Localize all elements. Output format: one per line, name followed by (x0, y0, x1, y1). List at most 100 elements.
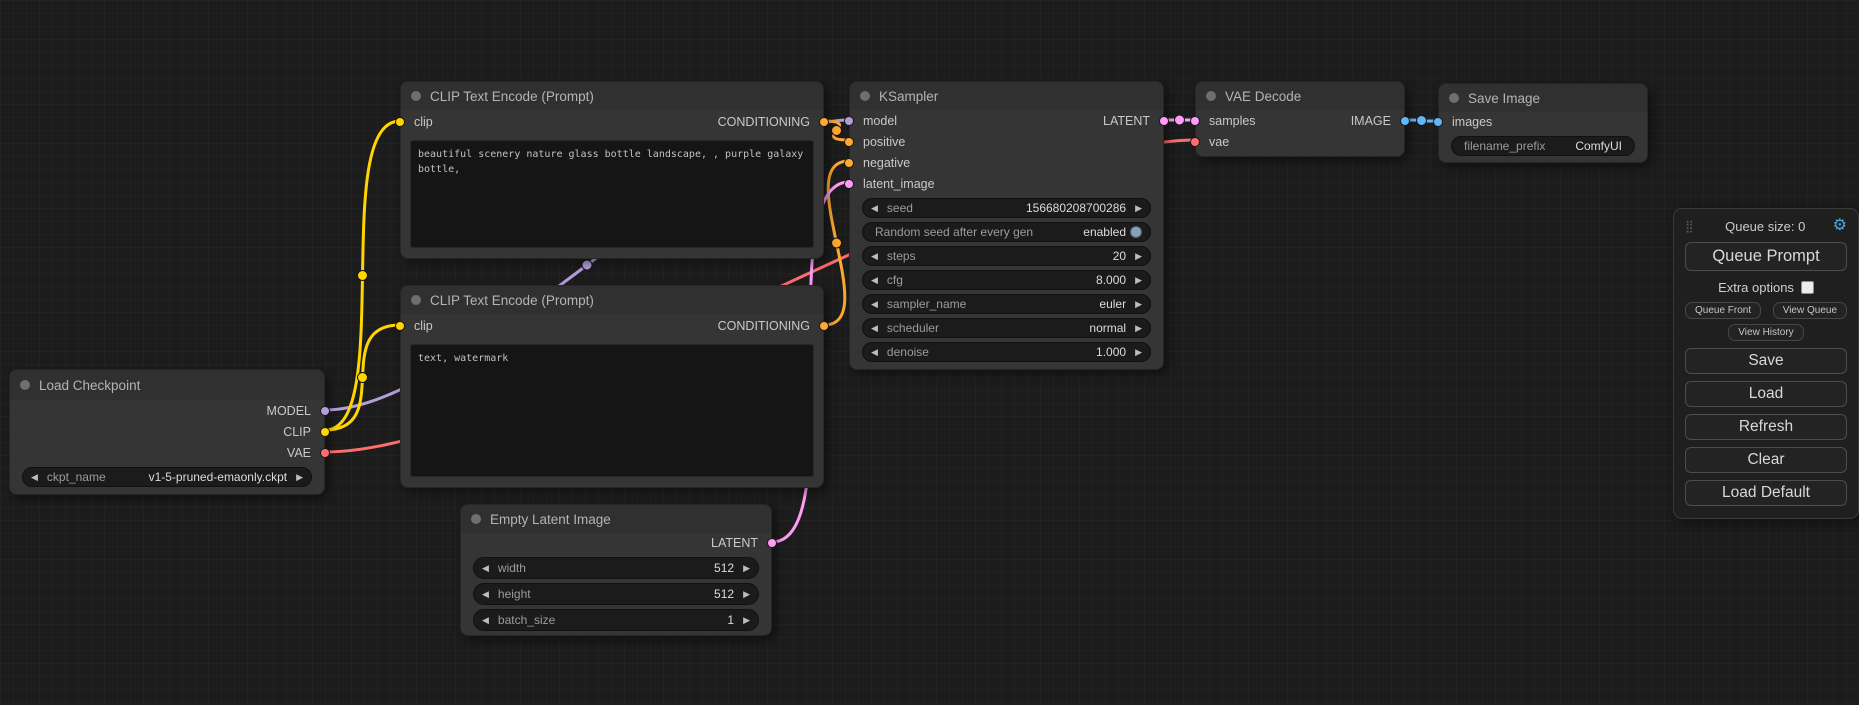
increment-arrow-icon[interactable]: ▶ (743, 616, 750, 625)
clip-output-dot[interactable] (320, 427, 330, 437)
widget-width[interactable]: ◀ width 512 ▶ (473, 557, 759, 579)
widget-value: 512 (714, 587, 734, 601)
collapse-dot[interactable] (20, 380, 30, 390)
node-save-image[interactable]: Save Image images filename_prefix ComfyU… (1438, 83, 1648, 163)
save-button[interactable]: Save (1685, 348, 1847, 374)
node-title-bar[interactable]: VAE Decode (1196, 82, 1404, 110)
increment-arrow-icon[interactable]: ▶ (1135, 348, 1142, 357)
increment-arrow-icon[interactable]: ▶ (1135, 252, 1142, 261)
widget-batch-size[interactable]: ◀ batch_size 1 ▶ (473, 609, 759, 631)
increment-arrow-icon[interactable]: ▶ (296, 473, 303, 482)
latent-output-dot[interactable] (767, 538, 777, 548)
node-title-bar[interactable]: Save Image (1439, 84, 1647, 112)
node-title: Empty Latent Image (490, 512, 611, 527)
increment-arrow-icon[interactable]: ▶ (1135, 300, 1142, 309)
clip-input-dot[interactable] (395, 117, 405, 127)
clear-button[interactable]: Clear (1685, 447, 1847, 473)
decrement-arrow-icon[interactable]: ◀ (871, 348, 878, 357)
node-title-bar[interactable]: Load Checkpoint (10, 370, 324, 400)
widget-sampler-name[interactable]: ◀ sampler_name euler ▶ (862, 294, 1151, 314)
widget-cfg[interactable]: ◀ cfg 8.000 ▶ (862, 270, 1151, 290)
vae-input-dot[interactable] (1190, 137, 1200, 147)
load-button[interactable]: Load (1685, 381, 1847, 407)
conditioning-output-dot[interactable] (819, 321, 829, 331)
collapse-dot[interactable] (1206, 91, 1216, 101)
increment-arrow-icon[interactable]: ▶ (1135, 324, 1142, 333)
increment-arrow-icon[interactable]: ▶ (1135, 204, 1142, 213)
node-load-checkpoint[interactable]: Load Checkpoint MODEL CLIP VAE ◀ ckpt_na… (9, 369, 325, 495)
slot-label: MODEL (267, 404, 311, 418)
comfyui-canvas[interactable]: { "nodes": { "load_checkpoint": { "title… (0, 0, 1859, 705)
load-default-button[interactable]: Load Default (1685, 480, 1847, 506)
node-ksampler[interactable]: KSampler model LATENT positive negative … (849, 81, 1164, 370)
view-history-button[interactable]: View History (1728, 324, 1803, 341)
widget-label: sampler_name (887, 297, 966, 311)
widget-random-seed-toggle[interactable]: Random seed after every gen enabled (862, 222, 1151, 242)
node-title: Save Image (1468, 91, 1540, 106)
drag-handle-icon[interactable]: ⣿ (1685, 219, 1694, 233)
clip-input-dot[interactable] (395, 321, 405, 331)
conditioning-output-dot[interactable] (819, 117, 829, 127)
vae-output-dot[interactable] (320, 448, 330, 458)
widget-ckpt-name[interactable]: ◀ ckpt_name v1-5-pruned-emaonly.ckpt ▶ (22, 467, 312, 487)
widget-filename-prefix[interactable]: filename_prefix ComfyUI (1451, 136, 1635, 156)
widget-scheduler[interactable]: ◀ scheduler normal ▶ (862, 318, 1151, 338)
collapse-dot[interactable] (471, 514, 481, 524)
decrement-arrow-icon[interactable]: ◀ (31, 473, 38, 482)
samples-input-dot[interactable] (1190, 116, 1200, 126)
node-clip-text-encode-negative[interactable]: CLIP Text Encode (Prompt) clip CONDITION… (400, 285, 824, 488)
increment-arrow-icon[interactable]: ▶ (743, 564, 750, 573)
collapse-dot[interactable] (411, 91, 421, 101)
extra-options-checkbox[interactable] (1801, 281, 1814, 294)
node-empty-latent-image[interactable]: Empty Latent Image LATENT ◀ width 512 ▶ … (460, 504, 772, 636)
negative-prompt-textarea[interactable]: text, watermark (410, 344, 814, 477)
collapse-dot[interactable] (1449, 93, 1459, 103)
latent-output-dot[interactable] (1159, 116, 1169, 126)
history-row: View History (1685, 324, 1847, 341)
collapse-dot[interactable] (860, 91, 870, 101)
decrement-arrow-icon[interactable]: ◀ (482, 564, 489, 573)
node-clip-text-encode-positive[interactable]: CLIP Text Encode (Prompt) clip CONDITION… (400, 81, 824, 259)
slot-label: positive (863, 135, 905, 149)
increment-arrow-icon[interactable]: ▶ (743, 590, 750, 599)
decrement-arrow-icon[interactable]: ◀ (871, 324, 878, 333)
slot-row: clip CONDITIONING (401, 110, 823, 134)
decrement-arrow-icon[interactable]: ◀ (482, 590, 489, 599)
output-slot-clip: CLIP (10, 421, 324, 442)
widget-steps[interactable]: ◀ steps 20 ▶ (862, 246, 1151, 266)
decrement-arrow-icon[interactable]: ◀ (871, 204, 878, 213)
node-title-bar[interactable]: CLIP Text Encode (Prompt) (401, 82, 823, 110)
decrement-arrow-icon[interactable]: ◀ (871, 252, 878, 261)
widget-denoise[interactable]: ◀ denoise 1.000 ▶ (862, 342, 1151, 362)
node-vae-decode[interactable]: VAE Decode samples IMAGE vae (1195, 81, 1405, 157)
positive-input-dot[interactable] (844, 137, 854, 147)
decrement-arrow-icon[interactable]: ◀ (871, 300, 878, 309)
refresh-button[interactable]: Refresh (1685, 414, 1847, 440)
node-title-bar[interactable]: CLIP Text Encode (Prompt) (401, 286, 823, 314)
image-output-dot[interactable] (1400, 116, 1410, 126)
view-queue-button[interactable]: View Queue (1773, 302, 1847, 319)
decrement-arrow-icon[interactable]: ◀ (871, 276, 878, 285)
decrement-arrow-icon[interactable]: ◀ (482, 616, 489, 625)
widget-height[interactable]: ◀ height 512 ▶ (473, 583, 759, 605)
images-input-dot[interactable] (1433, 117, 1443, 127)
latent-image-input-dot[interactable] (844, 179, 854, 189)
extra-options-label: Extra options (1718, 280, 1794, 295)
model-output-dot[interactable] (320, 406, 330, 416)
queue-front-button[interactable]: Queue Front (1685, 302, 1761, 319)
increment-arrow-icon[interactable]: ▶ (1135, 276, 1142, 285)
slot-label-image: IMAGE (1351, 114, 1391, 128)
widget-seed[interactable]: ◀ seed 156680208700286 ▶ (862, 198, 1151, 218)
settings-gear-icon[interactable]: ⚙ (1833, 218, 1847, 234)
model-input-dot[interactable] (844, 116, 854, 126)
widget-value: 156680208700286 (1026, 201, 1126, 215)
queue-prompt-button[interactable]: Queue Prompt (1685, 242, 1847, 271)
wire-clip-to-positive-prompt (325, 121, 400, 430)
node-title-bar[interactable]: KSampler (850, 82, 1163, 110)
negative-input-dot[interactable] (844, 158, 854, 168)
collapse-dot[interactable] (411, 295, 421, 305)
node-title-bar[interactable]: Empty Latent Image (461, 505, 771, 533)
positive-prompt-textarea[interactable]: beautiful scenery nature glass bottle la… (410, 140, 814, 248)
widget-label: denoise (887, 345, 929, 359)
toggle-knob-icon[interactable] (1130, 226, 1142, 238)
